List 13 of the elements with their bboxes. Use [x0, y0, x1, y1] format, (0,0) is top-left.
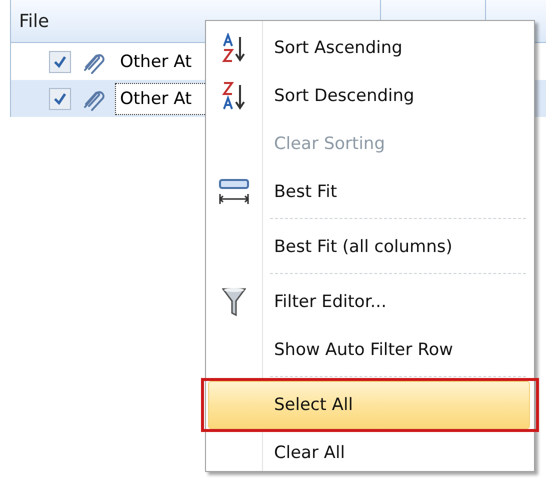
- funnel-icon: [222, 287, 246, 317]
- sort-ascending-icon: [222, 33, 246, 63]
- checkmark-icon: [53, 54, 67, 68]
- sort-descending-icon: [222, 81, 246, 111]
- checkbox[interactable]: [49, 88, 71, 110]
- checkbox[interactable]: [49, 50, 71, 72]
- menu-item[interactable]: Clear All: [208, 429, 530, 477]
- menu-item[interactable]: Filter Editor...: [208, 278, 530, 326]
- menu-item[interactable]: Best Fit (all columns): [208, 223, 530, 271]
- column-width-icon: [218, 178, 250, 206]
- checkmark-icon: [53, 92, 67, 106]
- menu-item[interactable]: Best Fit: [208, 168, 530, 216]
- menu-item[interactable]: Show Auto Filter Row: [208, 326, 530, 374]
